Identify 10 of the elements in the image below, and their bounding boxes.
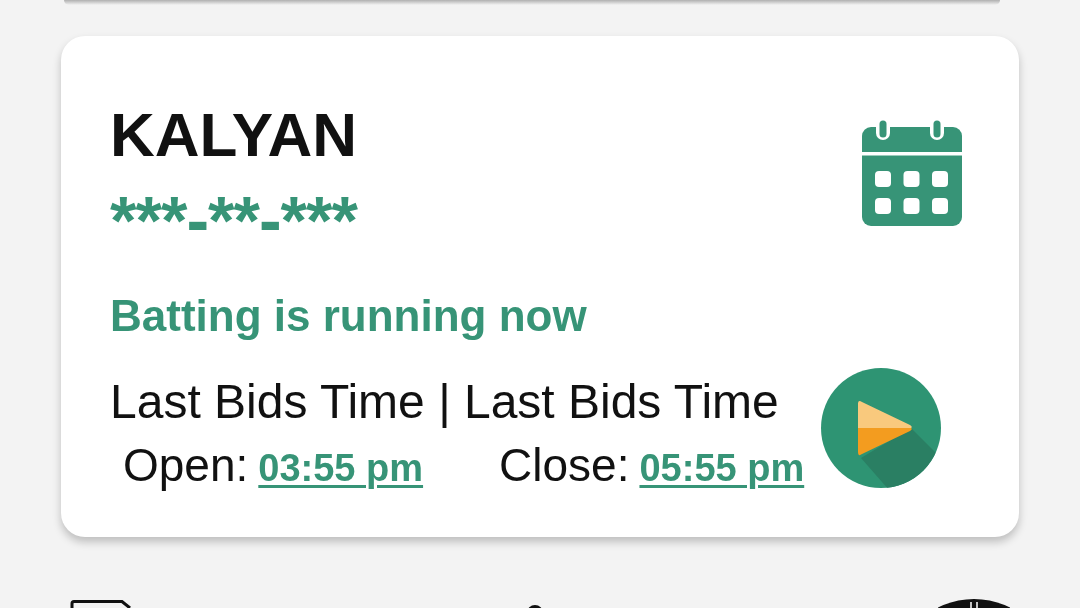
open-label: Open:: [123, 438, 249, 492]
market-name: KALYAN: [110, 99, 357, 171]
calendar-icon: [860, 117, 964, 226]
bid-times-heading: Last Bids Time | Last Bids Time: [110, 375, 779, 429]
close-time-link[interactable]: 05:55 pm: [639, 441, 805, 495]
status-text: Batting is running now: [110, 290, 587, 342]
document-icon[interactable]: [70, 600, 132, 608]
close-label: Close:: [499, 438, 630, 492]
market-result: ***-**-***: [110, 190, 357, 250]
open-time-link[interactable]: 03:55 pm: [258, 441, 424, 495]
